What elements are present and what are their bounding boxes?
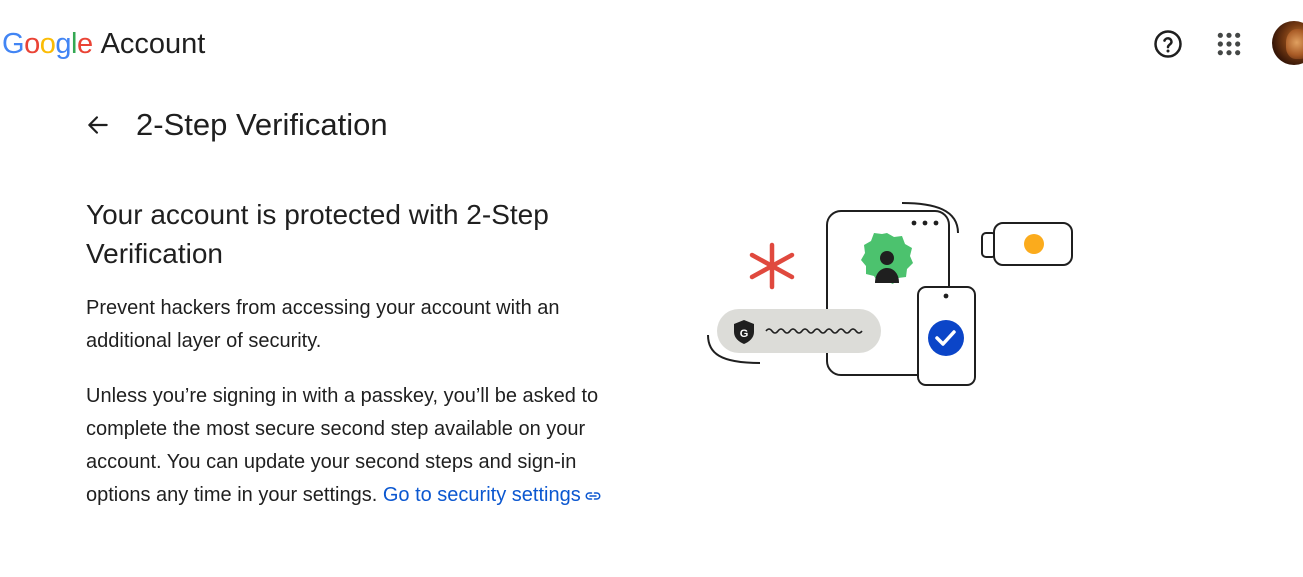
small-phone-icon (917, 286, 976, 386)
security-settings-link[interactable]: Go to security settings (383, 484, 602, 506)
avatar-image (1286, 29, 1303, 59)
asterisk-icon (749, 242, 795, 290)
help-circle-icon (1154, 30, 1182, 58)
apps-button[interactable] (1209, 24, 1249, 64)
google-account-logo[interactable]: Google Account (2, 26, 205, 62)
svg-text:G: G (740, 328, 749, 340)
link-icon (585, 491, 601, 500)
logo-letter: e (76, 28, 93, 60)
page-title: 2-Step Verification (136, 107, 388, 142)
arrow-back-icon (88, 116, 108, 134)
logo-letter: o (24, 28, 40, 60)
security-key-icon (981, 222, 1073, 266)
logo-letter: o (39, 28, 56, 60)
check-icon (928, 320, 964, 356)
info-paragraph: Unless you’re signing in with a passkey,… (86, 380, 636, 512)
description-paragraph: Prevent hackers from accessing your acco… (86, 297, 560, 352)
help-button[interactable] (1148, 24, 1188, 64)
app-header: Google Account (0, 0, 1303, 86)
logo-letter: g (55, 28, 71, 60)
product-name: Account (100, 28, 206, 60)
section-heading: Your account is protected with 2-Step Ve… (86, 199, 549, 269)
logo-letter: G (2, 28, 25, 60)
account-avatar[interactable] (1272, 21, 1303, 65)
back-button[interactable] (78, 105, 118, 145)
security-settings-link-label: Go to security settings (382, 484, 581, 506)
apps-grid-icon (1217, 32, 1241, 56)
sign-in-pill: G (717, 309, 881, 353)
security-illustration: G (707, 202, 1073, 386)
